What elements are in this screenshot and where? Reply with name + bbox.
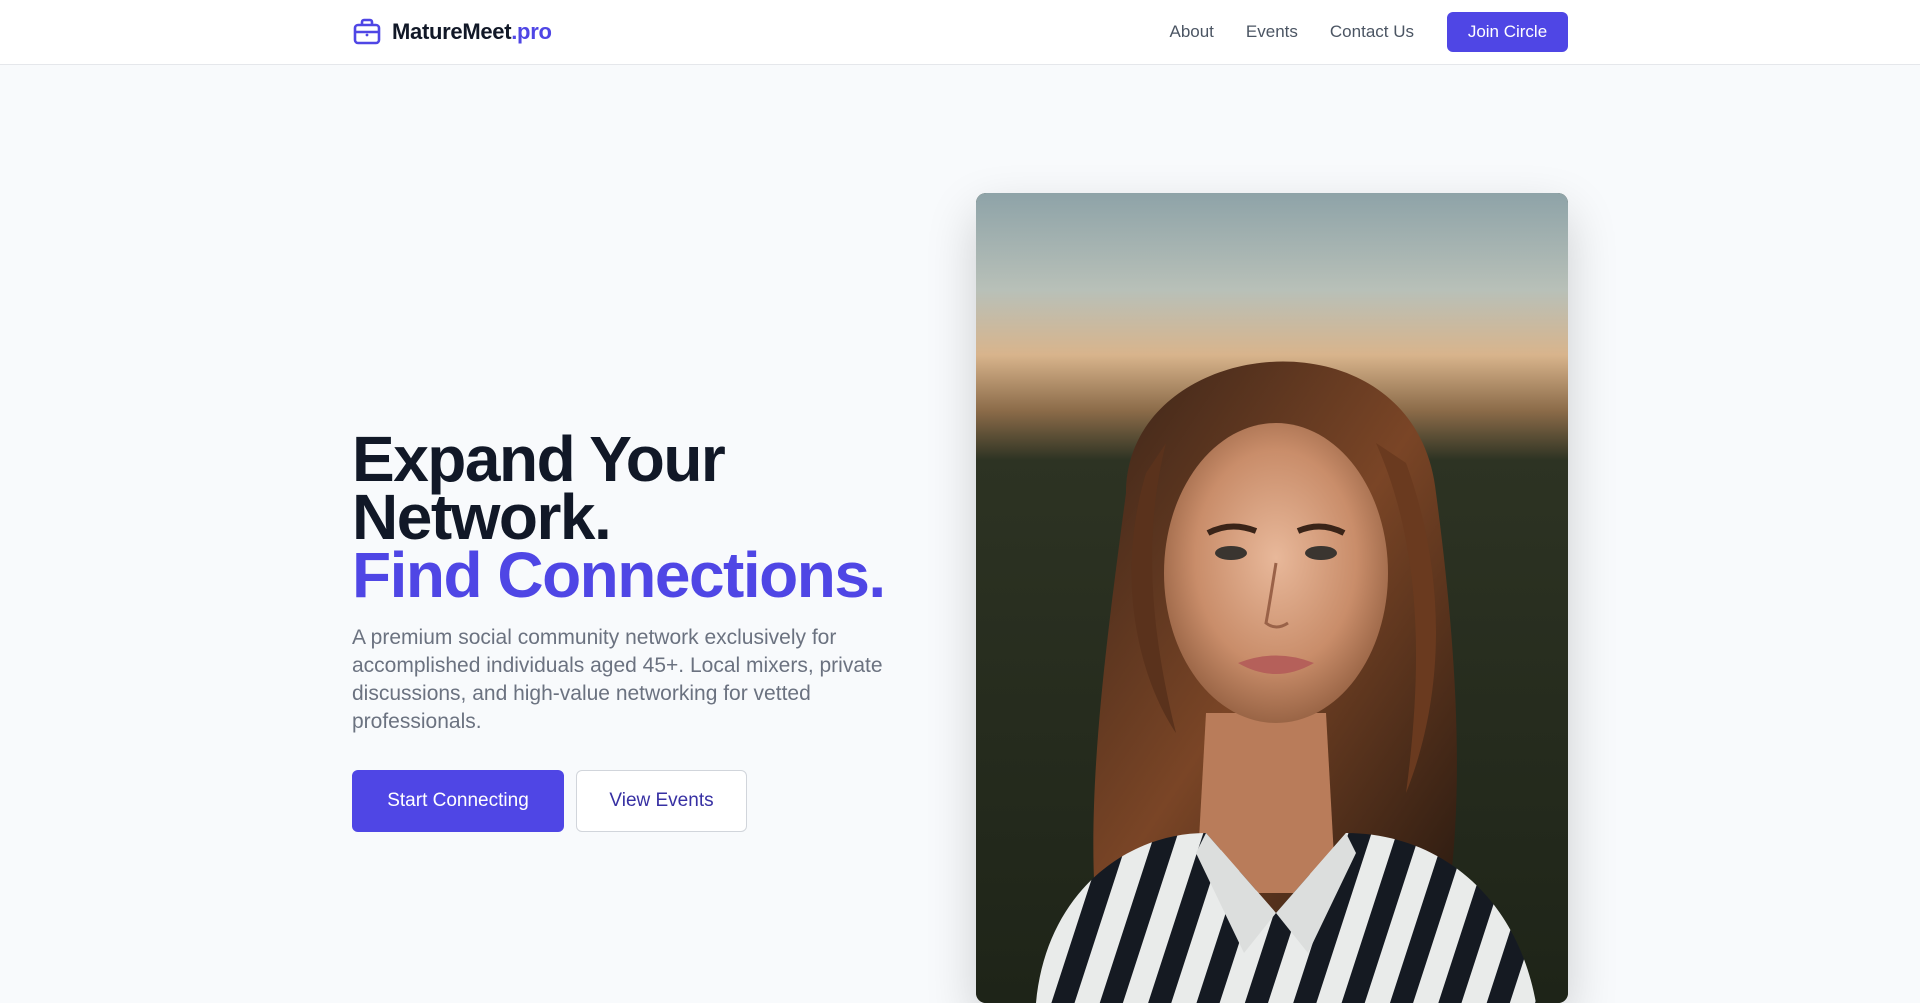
brand-name: MatureMeet.pro: [392, 19, 552, 44]
top-navbar: MatureMeet.pro About Events Contact Us J…: [0, 0, 1920, 65]
hero-title-line-2: Network.: [352, 481, 612, 553]
hero-cta-row: Start Connecting View Events: [352, 770, 912, 832]
hero-title-line-1: Expand Your: [352, 423, 726, 495]
hero-section: Expand Your Network. Find Connections. A…: [352, 423, 912, 832]
hero-title-accent: Find Connections.: [352, 539, 886, 611]
brand-logo[interactable]: MatureMeet.pro: [352, 16, 552, 48]
start-connecting-button[interactable]: Start Connecting: [352, 770, 564, 832]
briefcase-icon: [353, 18, 381, 45]
hero-photo: [976, 193, 1568, 1003]
hero-description: A premium social community network exclu…: [352, 626, 883, 733]
hero-title: Expand Your Network. Find Connections.: [352, 423, 912, 611]
brand-tld: .pro: [511, 19, 552, 44]
portrait-image: [976, 193, 1568, 1003]
nav-link-events[interactable]: Events: [1246, 22, 1298, 42]
nav-links: About Events Contact Us Join Circle: [1169, 12, 1568, 52]
join-circle-button[interactable]: Join Circle: [1447, 12, 1568, 52]
view-events-button[interactable]: View Events: [576, 770, 747, 832]
nav-link-about[interactable]: About: [1169, 22, 1213, 42]
nav-link-contact[interactable]: Contact Us: [1330, 22, 1414, 42]
